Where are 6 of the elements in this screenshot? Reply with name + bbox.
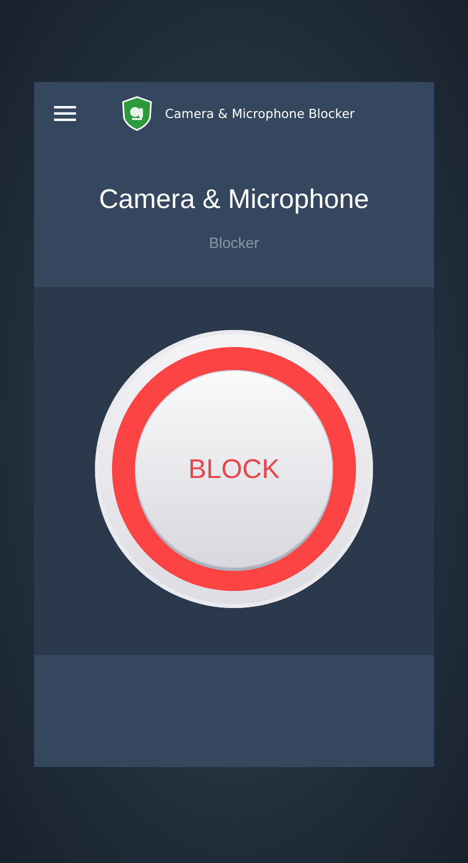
header-subtitle: Blocker [208, 235, 260, 252]
menu-icon[interactable] [54, 106, 76, 120]
app-title: Camera & Microphone Blocker [165, 106, 355, 120]
header-title: Camera & Microphone [98, 184, 370, 215]
shield-icon [122, 96, 152, 130]
block-button[interactable]: BLOCK [95, 330, 373, 608]
